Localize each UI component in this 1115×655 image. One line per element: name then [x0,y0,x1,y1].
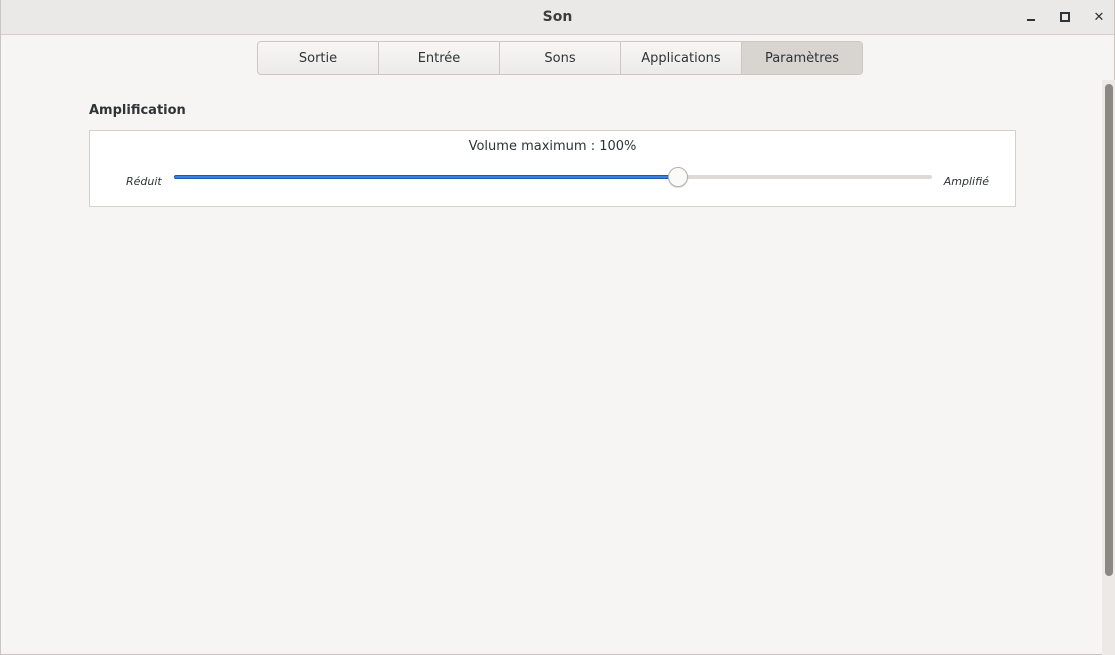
amplification-frame: Volume maximum : 100% Réduit Amplifié [89,130,1016,207]
volume-maximum-label: Volume maximum : 100% [468,139,637,154]
tab-sortie[interactable]: Sortie [258,42,379,74]
slider-max-label: Amplifié [943,175,989,188]
tab-parametres[interactable]: Paramètres [742,42,862,74]
titlebar[interactable]: Son ✕ [1,0,1114,35]
tab-entree[interactable]: Entrée [379,42,500,74]
close-button[interactable]: ✕ [1090,8,1108,26]
scrollbar-thumb[interactable] [1105,84,1113,576]
maximize-icon [1060,12,1070,22]
window-title: Son [542,9,573,25]
slider-fill [174,175,678,179]
tab-sons[interactable]: Sons [500,42,621,74]
vertical-scrollbar[interactable] [1102,80,1115,655]
amplification-slider[interactable] [174,167,932,187]
close-icon: ✕ [1093,9,1105,25]
sound-settings-window: Son ✕ Sortie Entrée Sons Applications Pa… [0,0,1115,655]
maximize-button[interactable] [1056,8,1074,26]
minimize-button[interactable] [1022,8,1040,26]
slider-min-label: Réduit [126,175,162,188]
tab-applications[interactable]: Applications [621,42,742,74]
minimize-icon [1027,19,1035,21]
slider-knob[interactable] [668,167,688,187]
tab-bar: Sortie Entrée Sons Applications Paramètr… [257,41,863,75]
section-title-amplification: Amplification [89,103,186,118]
